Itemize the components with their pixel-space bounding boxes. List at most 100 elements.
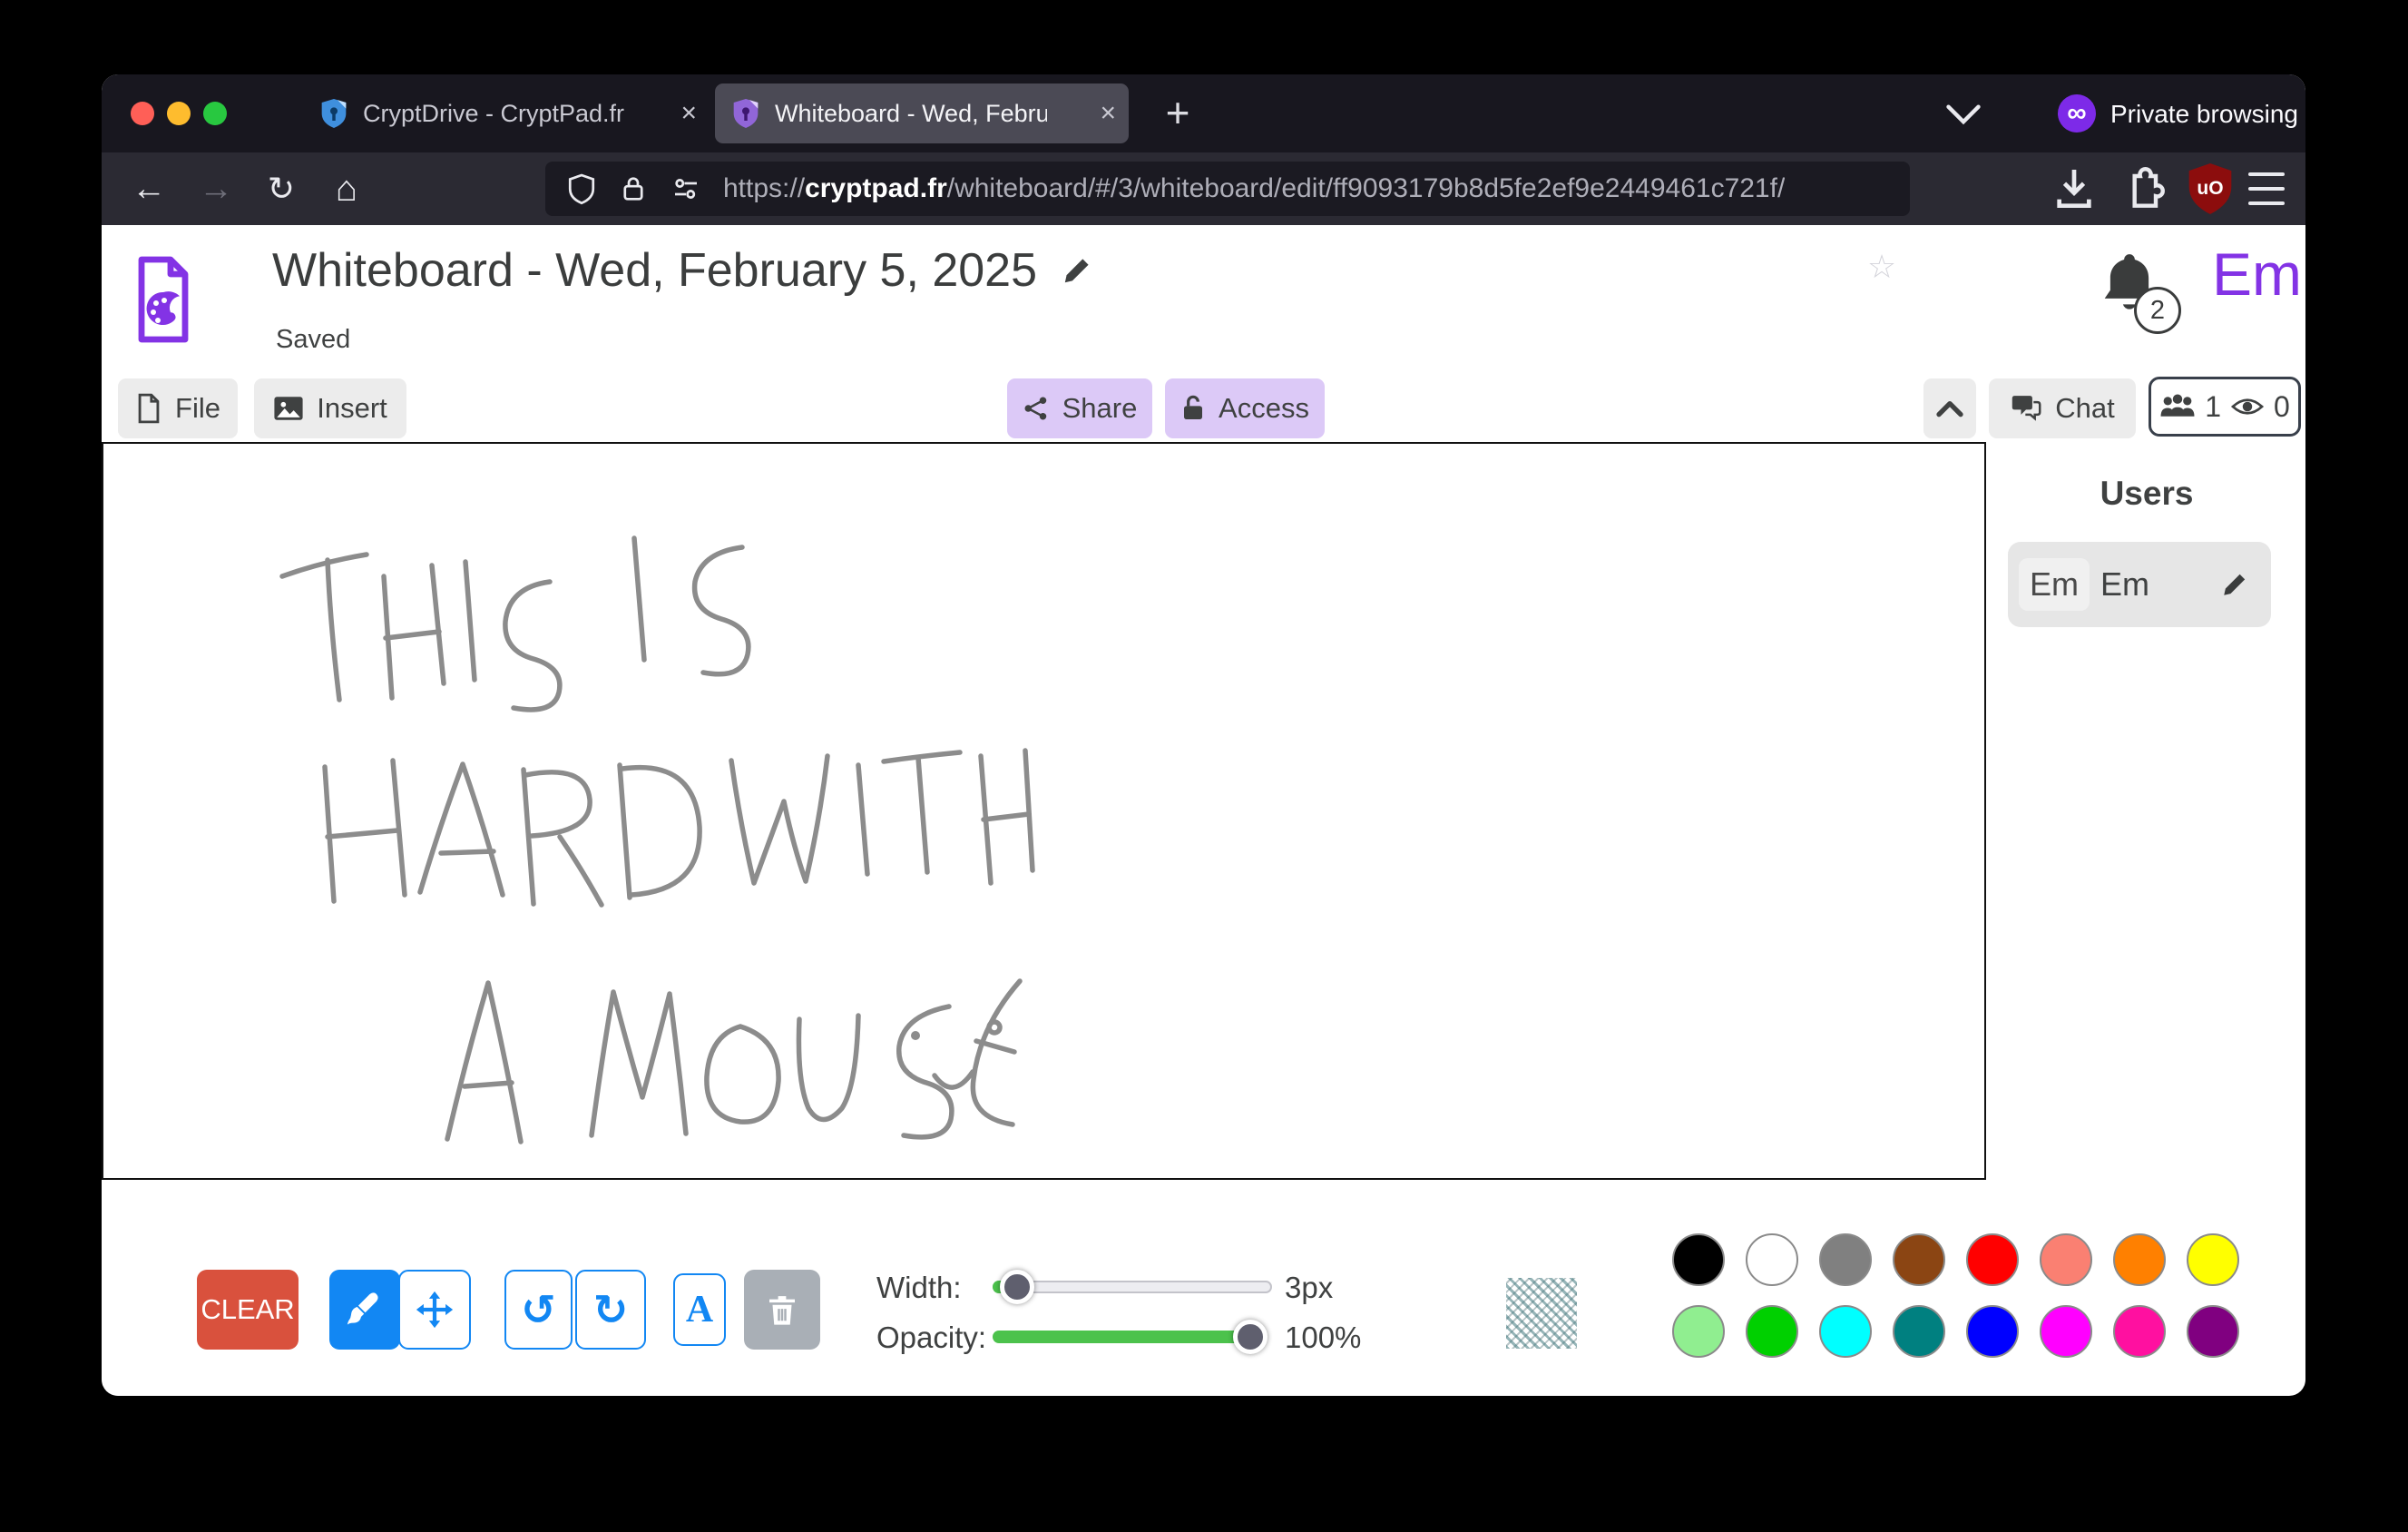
- editors-people-icon: [2159, 392, 2196, 421]
- svg-text:uO: uO: [2197, 178, 2223, 199]
- chevron-up-icon: [1935, 398, 1964, 419]
- desktop-background: CryptDrive - CryptPad.fr × Whiteboard - …: [0, 0, 2408, 1532]
- collapse-toolbar-button[interactable]: [1923, 378, 1976, 438]
- image-icon: [273, 395, 304, 422]
- browser-toolbar: ← → ↻ ⌂ https://cryptpad.fr/whiteboard/#…: [102, 152, 2305, 225]
- tracking-shield-icon[interactable]: [565, 172, 598, 205]
- notifications-bell[interactable]: 2: [2094, 245, 2194, 345]
- opacity-value: 100%: [1285, 1321, 1361, 1355]
- opacity-slider-track[interactable]: [993, 1331, 1267, 1343]
- private-browsing-mask-icon: ∞: [2058, 94, 2096, 133]
- lock-icon[interactable]: [618, 172, 649, 205]
- chat-bubbles-icon: [2010, 394, 2042, 423]
- clear-button[interactable]: CLEAR: [197, 1270, 299, 1350]
- cryptpad-shield-icon: [319, 97, 348, 130]
- zoom-window-button[interactable]: [203, 102, 227, 125]
- text-tool-button[interactable]: A: [673, 1273, 726, 1346]
- delete-button[interactable]: [744, 1270, 820, 1350]
- move-tool-button[interactable]: [398, 1270, 471, 1350]
- trash-icon: [763, 1291, 801, 1329]
- rename-pencil-icon[interactable]: [1061, 254, 1093, 287]
- extensions-puzzle-icon[interactable]: [2118, 152, 2168, 225]
- tab-title: CryptDrive - CryptPad.fr: [363, 100, 624, 128]
- color-swatch[interactable]: [1966, 1233, 2019, 1286]
- width-slider-track[interactable]: [993, 1281, 1272, 1293]
- width-slider-handle[interactable]: [1000, 1270, 1034, 1304]
- brush-icon: [344, 1289, 386, 1331]
- permissions-sliders-icon[interactable]: [669, 172, 703, 205]
- url-text[interactable]: https://cryptpad.fr/whiteboard/#/3/white…: [723, 173, 1785, 204]
- whiteboard-canvas[interactable]: [102, 442, 1986, 1180]
- color-swatch[interactable]: [1819, 1233, 1872, 1286]
- brush-preview-swatch: [1506, 1278, 1577, 1349]
- insert-menu-button[interactable]: Insert: [254, 378, 406, 438]
- move-arrows-icon: [414, 1289, 455, 1331]
- tab-close-icon[interactable]: ×: [1100, 100, 1116, 127]
- minimize-window-button[interactable]: [167, 102, 191, 125]
- opacity-slider-handle[interactable]: [1233, 1320, 1268, 1354]
- share-button[interactable]: Share: [1007, 378, 1152, 438]
- access-button[interactable]: Access: [1165, 378, 1325, 438]
- viewers-eye-icon: [2230, 393, 2265, 420]
- color-swatch[interactable]: [2187, 1305, 2239, 1358]
- redo-button[interactable]: ↻: [575, 1270, 646, 1350]
- home-button[interactable]: ⌂: [321, 152, 372, 225]
- color-swatch[interactable]: [2113, 1305, 2166, 1358]
- close-window-button[interactable]: [131, 102, 154, 125]
- color-swatch[interactable]: [1672, 1305, 1725, 1358]
- viewers-count: 0: [2274, 390, 2290, 424]
- color-swatch[interactable]: [2040, 1305, 2092, 1358]
- width-label: Width:: [876, 1271, 962, 1305]
- color-swatch[interactable]: [1819, 1305, 1872, 1358]
- cryptpad-shield-icon: [731, 97, 760, 130]
- hand-drawing: [103, 444, 1984, 1178]
- new-tab-button[interactable]: +: [1152, 87, 1203, 138]
- color-swatch[interactable]: [1966, 1305, 2019, 1358]
- notification-count-badge: 2: [2134, 287, 2181, 334]
- edit-name-pencil-icon[interactable]: [2220, 570, 2249, 599]
- color-swatch[interactable]: [1746, 1305, 1798, 1358]
- tab-cryptdrive[interactable]: CryptDrive - CryptPad.fr ×: [303, 83, 710, 143]
- menu-hamburger-icon[interactable]: [2248, 172, 2285, 205]
- users-panel: Users Em Em: [1988, 442, 2305, 1180]
- whiteboard-file-icon: [136, 256, 191, 343]
- opacity-label: Opacity:: [876, 1321, 986, 1355]
- file-page-icon: [135, 393, 162, 424]
- color-swatch[interactable]: [2113, 1233, 2166, 1286]
- lock-icon: [1180, 394, 1206, 423]
- user-name: Em: [2100, 565, 2149, 604]
- url-bar[interactable]: https://cryptpad.fr/whiteboard/#/3/white…: [545, 162, 1910, 216]
- chevron-down-icon[interactable]: [1943, 100, 1983, 127]
- browser-window: CryptDrive - CryptPad.fr × Whiteboard - …: [102, 74, 2305, 1396]
- color-palette: [1672, 1233, 2239, 1358]
- downloads-icon[interactable]: [2049, 152, 2100, 225]
- bookmark-star-icon[interactable]: ☆: [1860, 240, 1904, 294]
- tab-whiteboard[interactable]: Whiteboard - Wed, February 5, 2 ×: [715, 83, 1129, 143]
- width-value: 3px: [1285, 1271, 1333, 1305]
- forward-button[interactable]: →: [191, 152, 241, 225]
- brush-tool-button[interactable]: [329, 1270, 400, 1350]
- document-title: Whiteboard - Wed, February 5, 2025: [272, 243, 1037, 298]
- color-swatch[interactable]: [2040, 1233, 2092, 1286]
- presence-counter[interactable]: 1 0: [2149, 377, 2301, 437]
- reload-button[interactable]: ↻: [256, 152, 307, 225]
- back-button[interactable]: ←: [123, 152, 174, 225]
- tab-strip: CryptDrive - CryptPad.fr × Whiteboard - …: [102, 74, 2305, 152]
- user-avatar[interactable]: Em: [2212, 240, 2302, 309]
- color-swatch[interactable]: [2187, 1233, 2239, 1286]
- color-swatch[interactable]: [1672, 1233, 1725, 1286]
- save-status: Saved: [276, 325, 350, 355]
- color-swatch[interactable]: [1746, 1233, 1798, 1286]
- editors-count: 1: [2205, 390, 2221, 424]
- color-swatch[interactable]: [1893, 1233, 1945, 1286]
- undo-button[interactable]: ↺: [504, 1270, 573, 1350]
- private-browsing-label: Private browsing: [2110, 100, 2298, 129]
- user-list-item: Em Em: [2008, 542, 2271, 627]
- ublock-origin-icon[interactable]: uO: [2185, 152, 2236, 225]
- color-swatch[interactable]: [1893, 1305, 1945, 1358]
- file-menu-button[interactable]: File: [118, 378, 238, 438]
- tab-close-icon[interactable]: ×: [680, 100, 697, 127]
- tab-title: Whiteboard - Wed, February 5, 2: [775, 100, 1047, 128]
- share-nodes-icon: [1023, 394, 1050, 423]
- chat-button[interactable]: Chat: [1989, 378, 2136, 438]
